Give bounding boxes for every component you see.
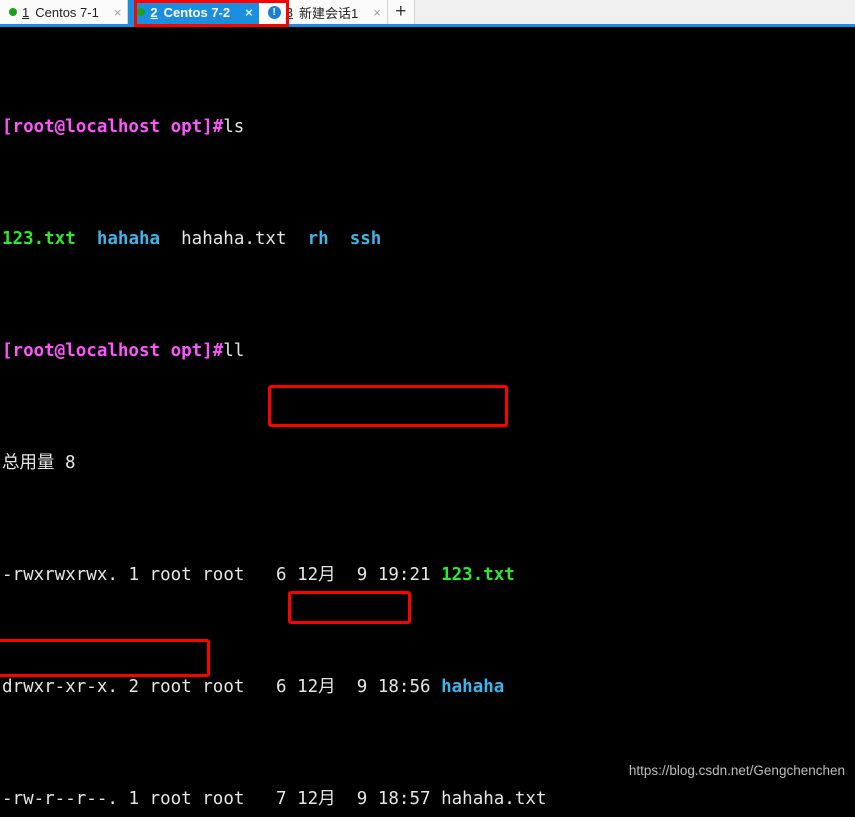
link-count: 2 <box>128 677 139 697</box>
link-count: 1 <box>128 565 139 585</box>
ls-entry: ssh <box>349 229 382 249</box>
file-size: 7 <box>276 789 287 809</box>
tab-centos-7-2[interactable]: 2 Centos 7-2 × <box>128 0 259 24</box>
terminal-line: -rwxrwxrwx. 1 root root 6 12月 9 19:21 12… <box>2 561 855 589</box>
tab-bar-filler <box>414 0 855 24</box>
file-day: 9 <box>356 789 368 809</box>
terminal-line: 总用量 8 <box>2 449 855 477</box>
file-size: 6 <box>276 677 287 697</box>
file-perms: -rw-r--r--. <box>2 789 118 809</box>
tab-number: 2 <box>150 4 158 20</box>
file-owner: root <box>149 789 192 809</box>
file-owner: root <box>149 677 192 697</box>
terminal-line: [root@localhost opt]#ll <box>2 337 855 365</box>
watermark-text: https://blog.csdn.net/Gengchenchen <box>628 763 845 778</box>
ls-entry: rh <box>307 229 329 249</box>
ls-entry: 123.txt <box>2 229 76 249</box>
terminal-line: 123.txt hahaha hahaha.txt rh ssh <box>2 225 855 253</box>
close-icon[interactable]: × <box>114 6 122 19</box>
tab-label: 新建会话1 <box>298 5 359 21</box>
file-name: hahaha <box>441 677 505 697</box>
tab-label: Centos 7-1 <box>35 4 99 20</box>
tab-label: Centos 7-2 <box>163 4 231 20</box>
file-group: root <box>202 677 245 697</box>
file-name: 123.txt <box>441 565 515 585</box>
close-icon[interactable]: × <box>373 6 381 19</box>
file-month: 12月 <box>297 789 336 809</box>
terminal-line: drwxr-xr-x. 2 root root 6 12月 9 18:56 ha… <box>2 673 855 701</box>
terminal-output-area[interactable]: [root@localhost opt]#ls 123.txt hahaha h… <box>0 27 855 817</box>
link-count: 1 <box>128 789 139 809</box>
file-group: root <box>202 789 245 809</box>
shell-prompt: [root@localhost opt]# <box>2 117 224 137</box>
file-group: root <box>202 565 245 585</box>
tab-new-session-1[interactable]: ! 3 新建会话1 × <box>258 0 388 24</box>
tab-bar: 1 Centos 7-1 × 2 Centos 7-2 × ! 3 新建会话1 … <box>0 0 855 27</box>
file-time: 18:56 <box>377 677 431 697</box>
file-perms: -rwxrwxrwx. <box>2 565 118 585</box>
ls-entry: hahaha.txt <box>181 229 287 249</box>
new-tab-button[interactable]: + <box>387 0 415 24</box>
file-time: 19:21 <box>377 565 431 585</box>
blue-alert-icon: ! <box>267 5 281 19</box>
shell-command: ll <box>223 341 245 361</box>
file-month: 12月 <box>297 565 336 585</box>
file-size: 6 <box>276 565 287 585</box>
terminal-line: -rw-r--r--. 1 root root 7 12月 9 18:57 ha… <box>2 785 855 813</box>
file-day: 9 <box>356 565 368 585</box>
file-month: 12月 <box>297 677 336 697</box>
total-size-text: 总用量 8 <box>2 453 76 473</box>
tab-number: 3 <box>285 4 293 20</box>
close-icon[interactable]: × <box>245 6 253 19</box>
shell-command: ls <box>223 117 245 137</box>
file-time: 18:57 <box>377 789 431 809</box>
file-perms: drwxr-xr-x. <box>2 677 118 697</box>
green-dot-icon <box>137 8 146 16</box>
green-dot-icon <box>9 8 17 16</box>
terminal-line: [root@localhost opt]#ls <box>2 113 855 141</box>
ls-entry: hahaha <box>96 229 161 249</box>
tab-number: 1 <box>22 4 30 20</box>
tab-centos-7-1[interactable]: 1 Centos 7-1 × <box>0 0 129 24</box>
shell-prompt: [root@localhost opt]# <box>2 341 224 361</box>
file-owner: root <box>149 565 192 585</box>
file-day: 9 <box>356 677 368 697</box>
file-name: hahaha.txt <box>441 789 547 809</box>
